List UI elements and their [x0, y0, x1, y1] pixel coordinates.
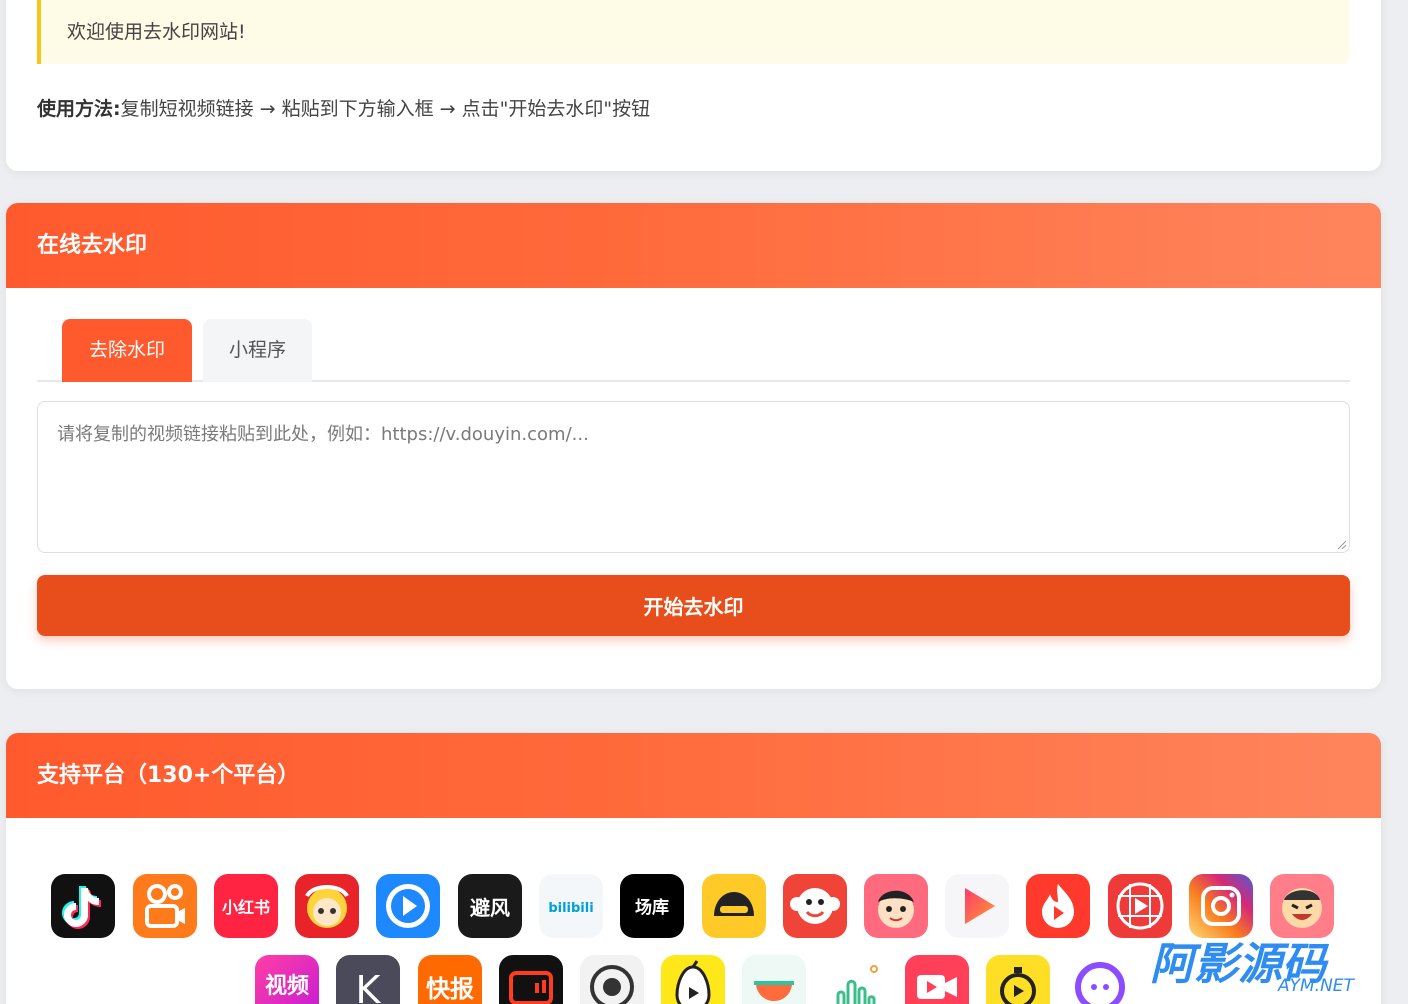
changku-icon[interactable]: 场库: [620, 874, 684, 938]
xiaohongshu-icon[interactable]: 小红书: [214, 874, 278, 938]
svg-text:避风: 避风: [470, 896, 510, 920]
bowl-icon[interactable]: [742, 955, 806, 1004]
anime-girl-icon[interactable]: [295, 874, 359, 938]
k-icon[interactable]: K: [336, 955, 400, 1004]
start-remove-button[interactable]: 开始去水印: [37, 575, 1350, 636]
laughing-face-icon[interactable]: [1270, 874, 1334, 938]
svg-text:视频: 视频: [265, 973, 309, 999]
usage-text: 复制短视频链接 → 粘贴到下方输入框 → 点击"开始去水印"按钮: [120, 98, 651, 120]
tab-mini-program[interactable]: 小程序: [203, 319, 312, 382]
svg-text:小红书: 小红书: [222, 898, 270, 917]
usage-instructions: 使用方法:复制短视频链接 → 粘贴到下方输入框 → 点击"开始去水印"按钮: [37, 94, 650, 121]
kuaibao-icon[interactable]: 快报: [418, 955, 482, 1004]
tab-remove-watermark[interactable]: 去除水印: [62, 319, 192, 382]
screen-icon[interactable]: [499, 955, 563, 1004]
svg-text:快报: 快报: [426, 975, 474, 1003]
douyin-icon[interactable]: [51, 874, 115, 938]
tool-card: 在线去水印 去除水印 小程序 开始去水印: [6, 203, 1381, 689]
chat-bubble-icon[interactable]: [1068, 955, 1132, 1004]
play-circle-icon[interactable]: [376, 874, 440, 938]
monkey-icon[interactable]: [783, 874, 847, 938]
instagram-icon[interactable]: [1189, 874, 1253, 938]
stopwatch-icon[interactable]: [986, 955, 1050, 1004]
resize-grip-icon[interactable]: [1336, 539, 1346, 549]
video-url-input[interactable]: [37, 401, 1350, 553]
welcome-text: 欢迎使用去水印网站!: [67, 21, 246, 43]
platforms-title: 支持平台（130+个平台）: [6, 733, 1381, 818]
oasis-icon[interactable]: [824, 955, 888, 1004]
helmet-icon[interactable]: [702, 874, 766, 938]
bifeng-icon[interactable]: 避风: [458, 874, 522, 938]
grid-play-icon[interactable]: [1108, 874, 1172, 938]
video-camera-icon[interactable]: [905, 955, 969, 1004]
gradient-play-icon[interactable]: [945, 874, 1009, 938]
pear-icon[interactable]: [661, 955, 725, 1004]
intro-card: 欢迎使用去水印网站! 使用方法:复制短视频链接 → 粘贴到下方输入框 → 点击"…: [6, 0, 1381, 171]
video-icon[interactable]: 视频: [255, 955, 319, 1004]
welcome-notice: 欢迎使用去水印网站!: [37, 0, 1349, 64]
tool-title: 在线去水印: [6, 203, 1381, 288]
svg-text:bilibili: bilibili: [548, 901, 593, 916]
tool-tabs: 去除水印 小程序: [37, 319, 1350, 382]
usage-label: 使用方法:: [37, 98, 121, 120]
svg-text:场库: 场库: [635, 897, 669, 918]
eye-icon[interactable]: [580, 955, 644, 1004]
cartoon-face-icon[interactable]: [864, 874, 928, 938]
kuaishou-icon[interactable]: [133, 874, 197, 938]
svg-text:AYM.NET: AYM.NET: [1277, 976, 1356, 995]
svg-text:K: K: [356, 968, 382, 1004]
site-watermark-logo: 阿影源码 AYM.NET: [1150, 939, 1356, 995]
flame-play-icon[interactable]: [1026, 874, 1090, 938]
bilibili-icon[interactable]: bilibili: [539, 874, 603, 938]
